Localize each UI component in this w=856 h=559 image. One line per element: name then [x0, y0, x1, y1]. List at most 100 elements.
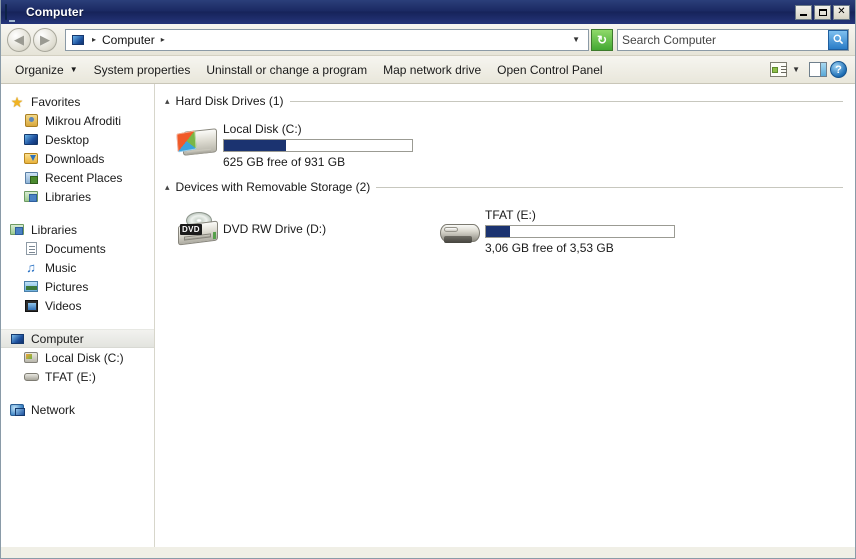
chevron-down-icon[interactable]: ▼	[567, 35, 585, 44]
sidebar-item-label: Desktop	[45, 132, 90, 147]
toolbar-organize-button[interactable]: Organize ▼	[7, 60, 86, 80]
search-box[interactable]	[617, 28, 849, 51]
hard-disk-icon	[23, 350, 39, 366]
forward-button[interactable]: ▶	[33, 27, 57, 52]
sidebar-item-tfat-e[interactable]: TFAT (E:)	[1, 367, 154, 386]
star-icon: ★	[10, 93, 24, 110]
sidebar-item-pictures[interactable]: Pictures	[1, 277, 154, 296]
address-bar-row: ◀ ▶ ▸ Computer ▸ ▼ ↻	[1, 24, 855, 56]
computer-monitor-icon	[70, 32, 86, 48]
computer-icon	[9, 331, 25, 347]
toolbar-item-label: Open Control Panel	[497, 62, 603, 77]
drive-tile-dvd-rw-d[interactable]: DVD DVD RW Drive (D:)	[173, 204, 435, 260]
sidebar-item-downloads[interactable]: Downloads	[1, 149, 154, 168]
downloads-folder-icon	[23, 151, 39, 167]
help-icon[interactable]: ?	[830, 61, 847, 78]
sidebar-section-libraries[interactable]: Libraries	[1, 220, 154, 239]
drive-info: TFAT (E:) 3,06 GB free of 3,53 GB	[485, 206, 675, 255]
refresh-button[interactable]: ↻	[591, 28, 613, 51]
sidebar-item-music[interactable]: ♫ Music	[1, 258, 154, 277]
group-divider	[376, 186, 843, 188]
sidebar-item-recent-places[interactable]: Recent Places	[1, 168, 154, 187]
collapse-arrow-icon[interactable]: ▴	[165, 96, 170, 106]
drive-capacity-text: 3,06 GB free of 3,53 GB	[485, 241, 614, 255]
toolbar-system-properties-button[interactable]: System properties	[86, 60, 199, 80]
sidebar-item-label: Mikrou Afroditi	[45, 113, 122, 128]
sidebar-item-label: Computer	[31, 331, 84, 346]
sidebar-item-mikrou-afroditi[interactable]: Mikrou Afroditi	[1, 111, 154, 130]
title-bar: Computer ✕	[1, 0, 855, 24]
sidebar-item-documents[interactable]: Documents	[1, 239, 154, 258]
group-title: Devices with Removable Storage (2)	[175, 180, 371, 194]
sidebar-section-favorites[interactable]: ★ Favorites	[1, 92, 154, 111]
back-button[interactable]: ◀	[7, 27, 31, 52]
drive-tiles-removable: DVD DVD RW Drive (D:) TFAT (E:) 3,06 GB …	[165, 196, 855, 260]
drive-info: Local Disk (C:) 625 GB free of 931 GB	[223, 120, 413, 169]
toolbar-item-label: System properties	[93, 62, 191, 77]
sidebar-item-label: Pictures	[45, 279, 89, 294]
capacity-bar	[485, 225, 675, 238]
search-icon[interactable]	[828, 29, 848, 50]
sidebar-item-label: Libraries	[31, 222, 78, 237]
toolbar-open-control-panel-button[interactable]: Open Control Panel	[489, 60, 610, 80]
chevron-down-icon[interactable]: ▼	[790, 65, 806, 74]
drive-tile-local-disk-c[interactable]: Local Disk (C:) 625 GB free of 931 GB	[173, 118, 435, 174]
drive-tile-tfat-e[interactable]: TFAT (E:) 3,06 GB free of 3,53 GB	[435, 204, 697, 260]
videos-icon	[23, 298, 39, 314]
network-icon	[9, 402, 25, 418]
group-divider	[289, 100, 843, 102]
toolbar-uninstall-button[interactable]: Uninstall or change a program	[198, 60, 375, 80]
address-bar[interactable]: ▸ Computer ▸ ▼	[65, 28, 589, 51]
group-title: Hard Disk Drives (1)	[175, 94, 284, 108]
minimize-button[interactable]	[795, 4, 812, 20]
capacity-bar-fill	[486, 226, 511, 237]
group-header-hard-disk-drives[interactable]: ▴ Hard Disk Drives (1)	[165, 92, 855, 110]
hard-disk-icon	[173, 120, 223, 158]
window-body: ★ Favorites Mikrou Afroditi Desktop Down…	[1, 84, 855, 547]
sidebar-item-videos[interactable]: Videos	[1, 296, 154, 315]
dvd-badge-label: DVD	[180, 224, 202, 235]
sidebar-item-label: Documents	[45, 241, 106, 256]
preview-pane-icon[interactable]	[809, 62, 827, 77]
libraries-icon	[23, 189, 39, 205]
maximize-button[interactable]	[814, 4, 831, 20]
sidebar-item-label: Libraries	[45, 189, 92, 204]
sidebar-item-desktop[interactable]: Desktop	[1, 130, 154, 149]
sidebar-item-label: TFAT (E:)	[45, 369, 96, 384]
usb-drive-icon	[435, 206, 485, 246]
toolbar-item-label: Map network drive	[383, 62, 482, 77]
group-header-removable-storage[interactable]: ▴ Devices with Removable Storage (2)	[165, 178, 855, 196]
drive-name: TFAT (E:)	[485, 208, 536, 222]
file-list-pane[interactable]: ▴ Hard Disk Drives (1) Local Disk (C:) 6…	[155, 84, 855, 547]
close-button[interactable]: ✕	[833, 4, 850, 20]
view-options-icon[interactable]	[770, 62, 788, 77]
recent-places-icon	[23, 170, 39, 186]
usb-drive-icon	[23, 369, 39, 385]
drive-info: DVD RW Drive (D:)	[223, 206, 326, 239]
sidebar-item-libraries-fav[interactable]: Libraries	[1, 187, 154, 206]
sidebar-item-computer[interactable]: Computer	[1, 329, 154, 348]
breadcrumb-computer[interactable]: Computer	[100, 33, 157, 47]
music-icon: ♫	[26, 260, 36, 275]
drive-name: DVD RW Drive (D:)	[223, 222, 327, 236]
pictures-icon	[23, 279, 39, 295]
drive-tiles-hard-disk: Local Disk (C:) 625 GB free of 931 GB	[165, 110, 855, 174]
libraries-icon	[9, 222, 25, 238]
drive-name: Local Disk (C:)	[223, 122, 302, 136]
toolbar-right-group: ▼ ?	[770, 61, 849, 78]
toolbar-map-network-drive-button[interactable]: Map network drive	[375, 60, 489, 80]
explorer-window: Computer ✕ ◀ ▶ ▸ Computer ▸ ▼ ↻ Search C…	[0, 0, 856, 559]
capacity-bar-fill	[224, 140, 287, 151]
window-controls: ✕	[795, 4, 850, 20]
toolbar-item-label: Organize	[15, 62, 64, 77]
search-input[interactable]	[618, 32, 828, 47]
collapse-arrow-icon[interactable]: ▴	[165, 182, 170, 192]
chevron-right-icon[interactable]: ▸	[157, 35, 169, 44]
sidebar-item-local-disk-c[interactable]: Local Disk (C:)	[1, 348, 154, 367]
capacity-bar	[223, 139, 413, 152]
sidebar-item-network[interactable]: Network	[1, 400, 154, 419]
chevron-right-icon: ▸	[92, 35, 97, 44]
